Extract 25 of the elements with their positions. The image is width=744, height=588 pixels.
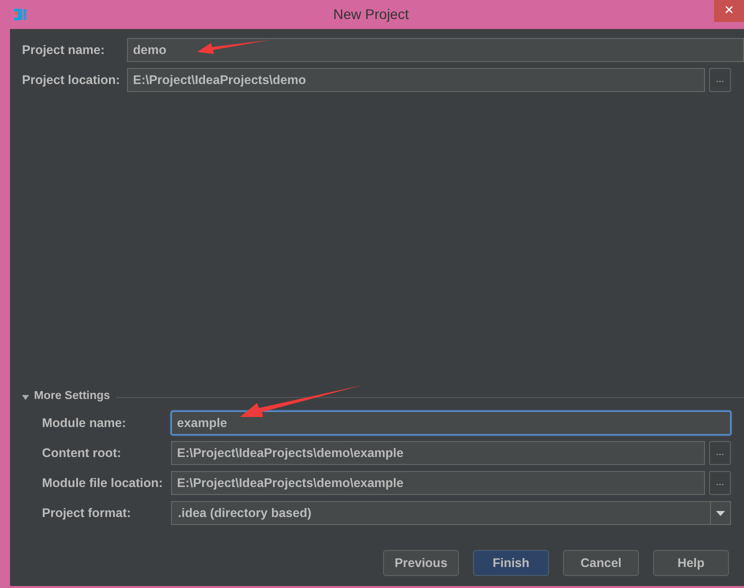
input-field[interactable]: E:\Project\IdeaProjects\demo\example [171, 441, 705, 465]
input-field[interactable]: demo [127, 38, 744, 62]
caret-icon [716, 510, 725, 516]
field-label: Project location: [22, 72, 121, 89]
field-label: Content root: [42, 444, 122, 462]
field-label: Module name: [42, 414, 128, 432]
dialog-button[interactable]: Finish [473, 550, 549, 576]
input-field[interactable]: example [171, 411, 731, 435]
input-field[interactable]: E:\Project\IdeaProjects\demo [127, 68, 705, 92]
section-title: More Settings [34, 389, 110, 404]
dialog-button[interactable]: Cancel [563, 550, 639, 576]
expand-triangle-icon[interactable] [22, 394, 29, 400]
window-title: New Project [333, 5, 409, 24]
dialog-button[interactable]: Previous [383, 550, 459, 576]
browse-button[interactable]: ... [709, 68, 731, 92]
browse-button[interactable]: ... [709, 471, 731, 495]
field-label: Project name: [22, 42, 106, 59]
browse-button[interactable]: ... [709, 441, 731, 465]
field-label: Project format: [42, 504, 132, 522]
app-logo-icon [12, 8, 28, 22]
close-button[interactable]: × [714, 0, 744, 22]
field-label: Module file location: [42, 474, 164, 492]
dropdown[interactable]: .idea (directory based) [171, 501, 731, 525]
dialog-button[interactable]: Help [653, 550, 729, 576]
input-field[interactable]: E:\Project\IdeaProjects\demo\example [171, 471, 705, 495]
